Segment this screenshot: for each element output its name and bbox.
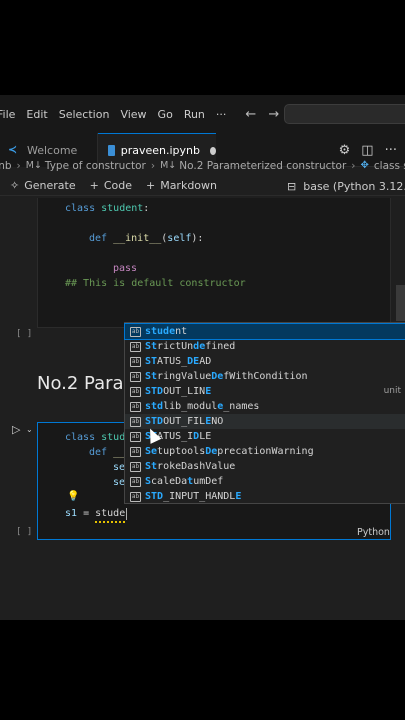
suggestion-item[interactable]: ab ScaleDa t umDef xyxy=(125,474,405,489)
menu-more-icon[interactable]: ··· xyxy=(216,108,227,121)
unsaved-dot-icon[interactable] xyxy=(210,146,216,155)
split-editor-icon[interactable]: ◫ xyxy=(361,143,373,158)
symbol-abc-icon: ab xyxy=(130,416,141,427)
code-input-line[interactable]: s1 = stude xyxy=(65,508,125,520)
symbol-abc-icon: ab xyxy=(130,356,141,367)
code-cell-1[interactable] xyxy=(37,198,391,328)
breadcrumb-chevron-icon: › xyxy=(16,159,21,172)
breadcrumb-chevron-icon: › xyxy=(351,159,356,172)
breadcrumb-file[interactable]: ynb xyxy=(0,160,12,172)
gear-icon[interactable]: ⚙ xyxy=(339,143,351,158)
code-line: def __ xyxy=(89,447,126,458)
menu-view[interactable]: View xyxy=(120,108,146,121)
vscode-logo-icon: ≺ xyxy=(8,143,18,156)
kernel-icon: ⊟ xyxy=(287,179,297,193)
suggestion-item[interactable]: ab St rictUn de fined xyxy=(125,339,405,354)
markdown-icon: M↓ xyxy=(160,160,177,171)
menu-file[interactable]: File xyxy=(0,108,15,121)
menu-bar: File Edit Selection View Go Run ··· ← → xyxy=(0,95,405,133)
symbol-abc-icon: ab xyxy=(130,491,141,502)
execution-count: [ ] xyxy=(16,527,33,537)
suggestion-item[interactable]: ab STD _INPUT_HANDL E xyxy=(125,489,405,504)
back-arrow-icon[interactable]: ← xyxy=(245,107,256,122)
forward-arrow-icon[interactable]: → xyxy=(268,107,279,122)
suggestion-item[interactable]: ab STD OUT_LIN E xyxy=(125,384,405,399)
suggestion-item[interactable]: ab Se tuptools De precationWarning xyxy=(125,444,405,459)
notebook-toolbar: ✧ Generate + Code + Markdown ⊟ base (Pyt… xyxy=(0,176,405,196)
more-actions-icon[interactable]: ··· xyxy=(385,143,397,158)
breadcrumb: ynb › M↓ Type of constructor › M↓ No.2 P… xyxy=(0,157,405,174)
cell-language-label[interactable]: Python xyxy=(357,527,390,538)
code-line: pass xyxy=(113,263,138,274)
scrollbar-thumb[interactable] xyxy=(396,285,405,321)
tab-active-label: praveen.ipynb xyxy=(120,144,200,157)
class-symbol-icon: ✥ xyxy=(360,160,369,171)
text-caret xyxy=(126,508,127,520)
symbol-abc-icon: ab xyxy=(130,401,141,412)
lightbulb-icon[interactable]: 💡 xyxy=(67,491,79,502)
suggest-widget: ab stude nt ab St rictUn de fined ab ST ATUS_ DE A… xyxy=(124,322,405,504)
code-comment: ## This is default constructor xyxy=(65,278,246,289)
kernel-label: base (Python 3.12.7) xyxy=(303,179,405,193)
code-label: Code xyxy=(103,179,132,192)
symbol-abc-icon: ab xyxy=(130,431,141,442)
plus-icon: + xyxy=(145,179,156,192)
suggestion-item[interactable]: ab stude nt xyxy=(124,323,405,340)
warning-squiggle xyxy=(95,521,125,523)
menu-selection[interactable]: Selection xyxy=(59,108,110,121)
breadcrumb-chevron-icon: › xyxy=(150,159,156,172)
breadcrumb-type-of-constructor[interactable]: Type of constructor xyxy=(45,160,146,172)
suggestion-item[interactable]: ab ST ATUS_ DE AD xyxy=(125,354,405,369)
symbol-abc-icon: ab xyxy=(130,476,141,487)
breadcrumb-class-student[interactable]: class student: xyxy=(374,160,405,172)
vscode-window: File Edit Selection View Go Run ··· ← → … xyxy=(0,95,405,620)
chevron-down-icon[interactable]: ⌄ xyxy=(26,425,33,434)
suggestion-detail: unit xyxy=(383,386,401,396)
menu-run[interactable]: Run xyxy=(184,108,205,121)
symbol-abc-icon: ab xyxy=(130,326,141,337)
plus-icon: + xyxy=(89,179,99,192)
kernel-picker[interactable]: ⊟ base (Python 3.12.7) xyxy=(287,176,405,196)
markdown-icon: M↓ xyxy=(25,160,42,171)
tab-welcome-label: Welcome xyxy=(27,143,78,157)
execution-count: [ ] xyxy=(16,329,33,339)
symbol-abc-icon: ab xyxy=(130,446,141,457)
command-center-search[interactable] xyxy=(284,104,405,124)
suggestion-item[interactable]: ab ST ATUS_I D LE xyxy=(125,429,405,444)
suggestion-item[interactable]: ab St ringValue De fWithCondition xyxy=(125,369,405,384)
symbol-abc-icon: ab xyxy=(130,386,141,397)
menu-go[interactable]: Go xyxy=(158,108,173,121)
notebook-file-icon xyxy=(108,145,115,156)
add-markdown-cell-button[interactable]: + Markdown xyxy=(146,179,217,192)
generate-label: Generate xyxy=(24,179,76,192)
suggestion-item[interactable]: ab St rokeDashValue xyxy=(125,459,405,474)
markdown-label: Markdown xyxy=(160,179,218,192)
generate-button[interactable]: ✧ Generate xyxy=(10,179,76,192)
code-line: class student: xyxy=(65,203,150,214)
suggestion-item[interactable]: ab std lib_modul e _names xyxy=(125,399,405,414)
symbol-abc-icon: ab xyxy=(130,371,141,382)
run-cell-icon[interactable]: ▷ xyxy=(12,423,20,436)
add-code-cell-button[interactable]: + Code xyxy=(90,179,132,192)
suggestion-item[interactable]: ab STD OUT_FIL E NO xyxy=(125,414,405,429)
code-line: class stud xyxy=(65,432,126,443)
menu-edit[interactable]: Edit xyxy=(26,108,47,121)
symbol-abc-icon: ab xyxy=(130,461,141,472)
symbol-abc-icon: ab xyxy=(130,341,141,352)
breadcrumb-parameterized-constructor[interactable]: No.2 Parameterized constructor xyxy=(179,160,346,172)
code-line: def __init__(self): xyxy=(89,233,204,244)
sparkle-icon: ✧ xyxy=(10,179,20,192)
